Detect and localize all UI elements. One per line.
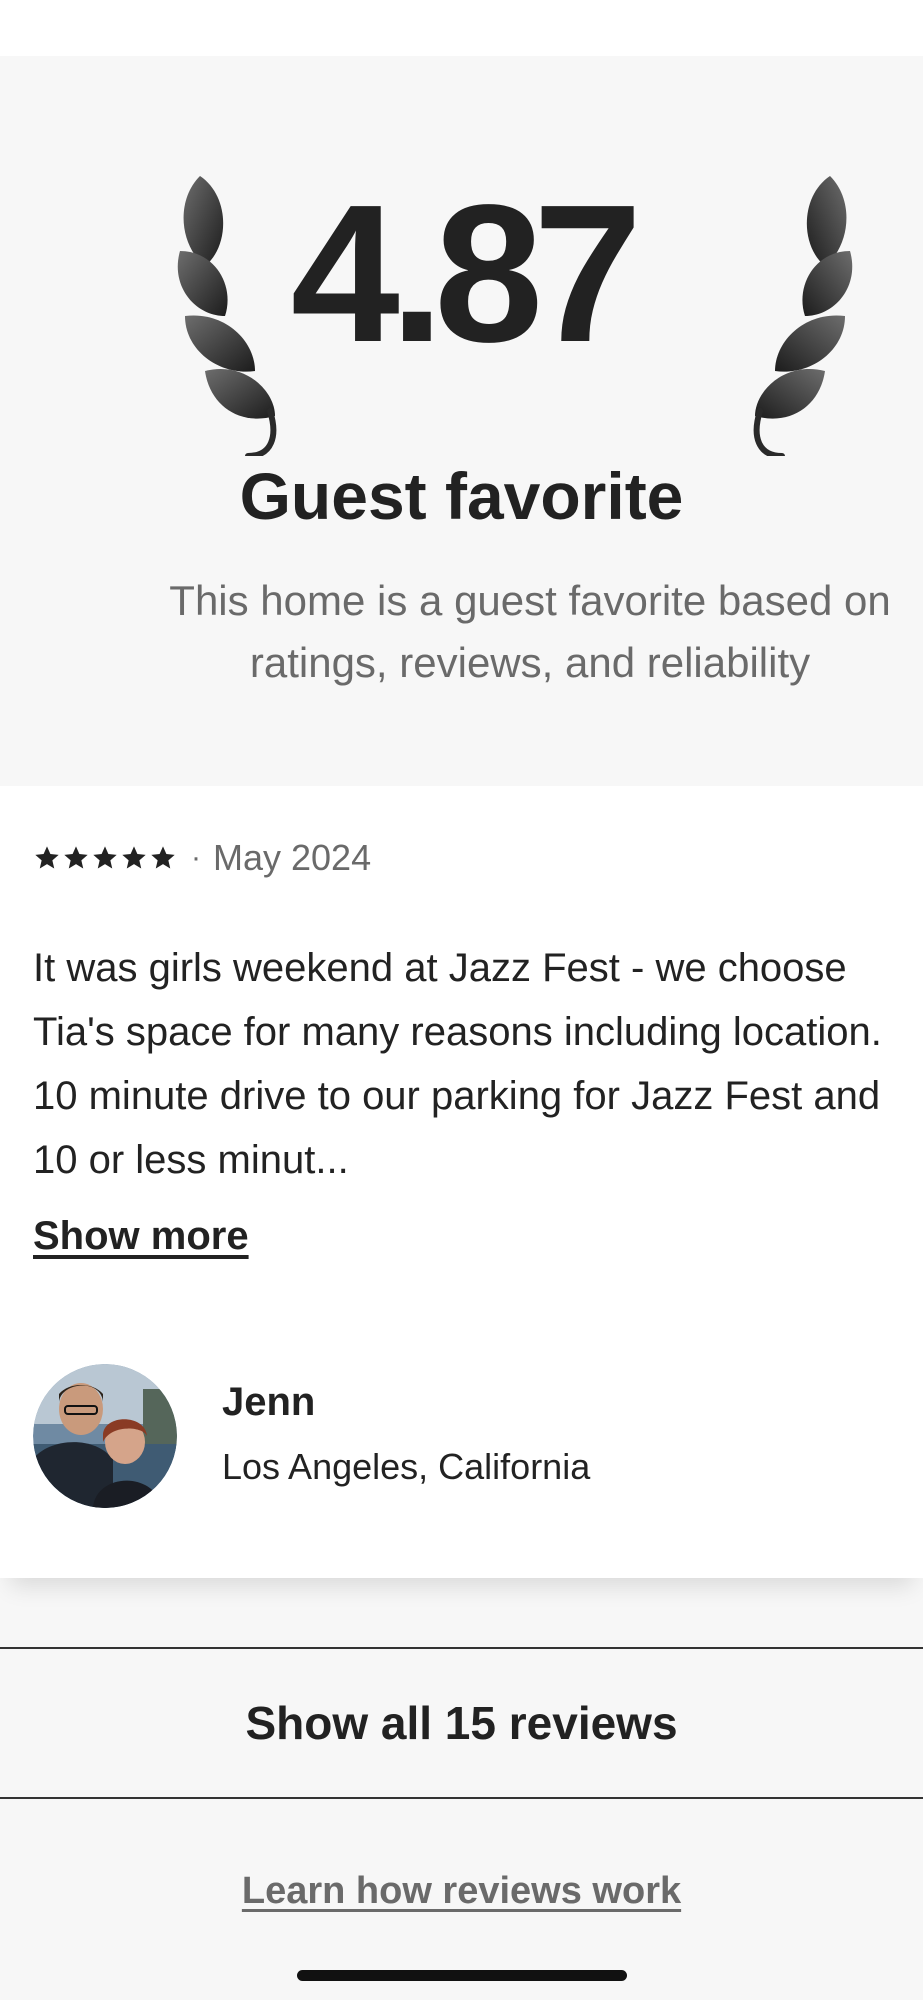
reviewer-name[interactable]: Jenn: [222, 1380, 315, 1425]
avatar-photo: [33, 1364, 177, 1508]
review-meta: · May 2024: [33, 836, 371, 880]
star-icon: [122, 846, 146, 869]
star-rating: [33, 844, 177, 872]
show-more-link[interactable]: Show more: [33, 1214, 249, 1259]
guest-favorite-title: Guest favorite: [239, 459, 684, 533]
guest-favorite-section: 4.87 Guest favorite This home is a guest…: [0, 56, 923, 786]
home-indicator[interactable]: [297, 1970, 627, 1981]
top-strip: [0, 0, 923, 56]
review-card[interactable]: · May 2024 It was girls weekend at Jazz …: [0, 786, 923, 1578]
review-date: May 2024: [213, 837, 372, 878]
star-icon: [151, 846, 175, 869]
reviewer-avatar[interactable]: [33, 1364, 177, 1508]
star-icon: [64, 846, 88, 869]
laurel-right-icon: [753, 176, 853, 456]
star-icon: [93, 846, 117, 869]
review-text: It was girls weekend at Jazz Fest - we c…: [33, 946, 882, 1182]
star-icon: [35, 846, 59, 869]
show-all-reviews-button[interactable]: Show all 15 reviews: [0, 1650, 923, 1796]
learn-how-reviews-work-link[interactable]: Learn how reviews work: [0, 1870, 923, 1913]
meta-separator: ·: [191, 841, 201, 874]
reviewer-location: Los Angeles, California: [222, 1446, 591, 1487]
guest-favorite-subtitle: This home is a guest favorite based on r…: [169, 577, 891, 686]
divider-bottom: [0, 1797, 923, 1799]
divider-top: [0, 1647, 923, 1649]
